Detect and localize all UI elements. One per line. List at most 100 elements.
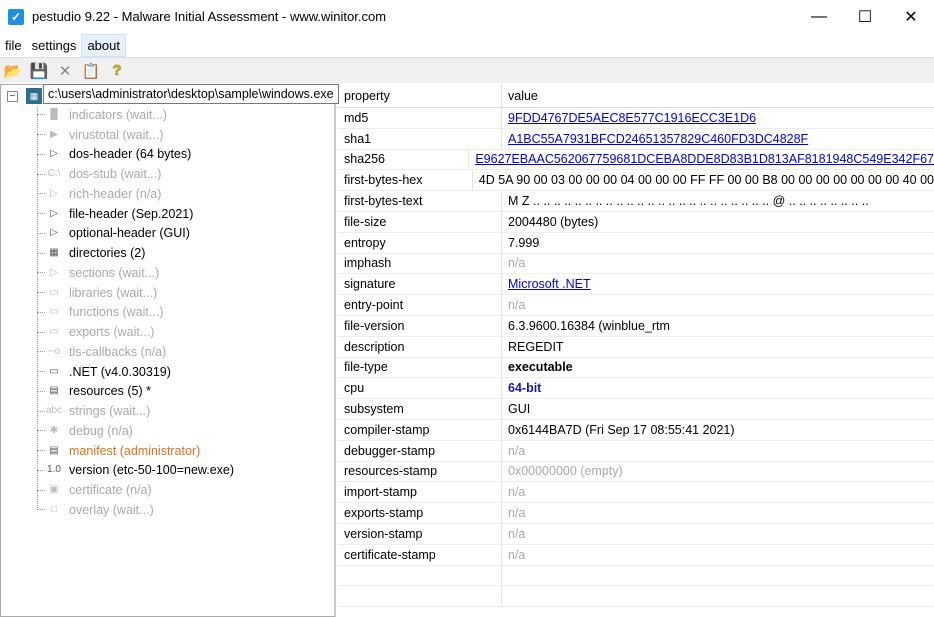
value-text[interactable]: 9FDD4767DE5AEC8E577C1916ECC3E1D6 xyxy=(508,111,756,125)
tree-item[interactable]: ▷ optional-header (GUI) xyxy=(37,224,234,244)
table-header: property value xyxy=(338,84,934,108)
close-button[interactable]: ✕ xyxy=(888,0,934,33)
tree-item[interactable]: ▷ dos-header (64 bytes) xyxy=(37,145,234,165)
tree-item[interactable]: abc strings (wait...) xyxy=(37,401,234,421)
value-cell[interactable]: E9627EBAAC562067759681DCEBA8DDE8D83B1D81… xyxy=(469,150,934,170)
menu-settings[interactable]: settings xyxy=(27,35,82,56)
tree-item[interactable]: □ overlay (wait...) xyxy=(37,500,234,520)
table-row[interactable]: signature Microsoft .NET xyxy=(338,274,934,296)
table-row[interactable]: first-bytes-text M Z .. .. .. .. .. .. ..… xyxy=(338,191,934,212)
tree-item-icon: C:\ xyxy=(47,168,61,180)
value-cell[interactable]: 9FDD4767DE5AEC8E577C1916ECC3E1D6 xyxy=(502,108,756,128)
tree-item-icon: ✱ xyxy=(49,424,59,436)
tree-item-icon: □ xyxy=(50,503,58,515)
tree-item-icon: ─o xyxy=(47,345,61,357)
table-row[interactable]: description REGEDIT xyxy=(338,336,934,358)
table-row[interactable]: version-stamp n/a xyxy=(338,523,934,545)
column-value[interactable]: value xyxy=(502,84,538,107)
table-row[interactable]: sha1 A1BC55A7931BFCD24651357829C460FD3DC4… xyxy=(338,128,934,150)
minimize-button[interactable]: — xyxy=(796,0,842,33)
tree-item-label: version (etc-50-100=new.exe) xyxy=(69,463,235,478)
value-cell: 64-bit xyxy=(502,378,541,398)
close-icon[interactable]: ✕ xyxy=(55,62,75,80)
tree-item[interactable]: ✱ debug (n/a) xyxy=(37,421,234,441)
tree-item-icon: ▭ xyxy=(49,286,59,298)
clipboard-icon[interactable]: 📋 xyxy=(81,62,101,80)
table-row[interactable]: debugger-stamp n/a xyxy=(338,440,934,462)
tree-item[interactable]: ▦ directories (2) xyxy=(37,243,234,263)
tree-item-label: tls-callbacks (n/a) xyxy=(69,344,167,359)
table-row[interactable]: certificate-stamp n/a xyxy=(338,544,934,566)
column-property[interactable]: property xyxy=(338,84,502,107)
property-cell: sha256 xyxy=(338,149,470,170)
value-cell: REGEDIT xyxy=(502,337,564,357)
tree-item[interactable]: ▣ certificate (n/a) xyxy=(37,480,234,500)
tree-item-icon: ▤ xyxy=(49,444,59,456)
value-text: 0x6144BA7D (Fri Sep 17 08:55:41 2021) xyxy=(508,422,735,437)
help-icon[interactable]: ? xyxy=(107,62,127,79)
table-row[interactable]: entry-point n/a xyxy=(338,295,934,316)
property-cell: sha1 xyxy=(338,128,502,149)
table-row[interactable]: entropy 7.999 xyxy=(338,232,934,254)
value-text: n/a xyxy=(508,547,526,562)
value-cell[interactable]: Microsoft .NET xyxy=(502,274,591,294)
property-cell: first-bytes-text xyxy=(338,191,502,211)
file-path-tooltip: c:\users\administrator\desktop\sample\wi… xyxy=(43,84,339,104)
tree-item[interactable]: ▐▌ indicators (wait...) xyxy=(37,105,234,125)
tree-item[interactable]: ▭ libraries (wait...) xyxy=(37,283,234,303)
tree-item[interactable]: ─o tls-callbacks (n/a) xyxy=(37,342,234,362)
tree-item[interactable]: ▭ functions (wait...) xyxy=(37,303,234,323)
tree-root[interactable]: − ▦ xyxy=(7,88,42,104)
table-row[interactable]: file-size 2004480 (bytes) xyxy=(338,211,934,233)
tree-item-label: dos-header (64 bytes) xyxy=(69,147,192,162)
table-row[interactable] xyxy=(338,565,934,587)
value-text: 0x00000000 (empty) xyxy=(508,464,623,479)
tree-item-label: resources (5) * xyxy=(69,384,151,399)
tree-item[interactable]: C:\ dos-stub (wait...) xyxy=(37,164,234,184)
tree-item-icon: ▷ xyxy=(50,187,58,199)
tree-item[interactable]: ▷ file-header (Sep.2021) xyxy=(37,204,234,224)
table-row[interactable]: sha256 E9627EBAAC562067759681DCEBA8DDE8D8… xyxy=(338,149,934,171)
tree-item[interactable]: ▤ resources (5) * xyxy=(37,382,234,402)
tree-item[interactable]: ▷ rich-header (n/a) xyxy=(37,184,234,204)
value-text[interactable]: A1BC55A7931BFCD24651357829C460FD3DC4828F xyxy=(508,132,808,146)
value-cell[interactable]: A1BC55A7931BFCD24651357829C460FD3DC4828F xyxy=(502,129,808,149)
menu-about[interactable]: about xyxy=(81,33,126,57)
tree-item-label: overlay (wait...) xyxy=(69,502,154,517)
maximize-button[interactable]: ☐ xyxy=(842,0,888,33)
open-icon[interactable]: 📂 xyxy=(3,62,23,80)
table-row[interactable]: exports-stamp n/a xyxy=(338,503,934,524)
table-row[interactable]: resources-stamp 0x00000000 (empty) xyxy=(338,461,934,483)
window-title: pestudio 9.22 - Malware Initial Assessme… xyxy=(32,9,387,24)
property-cell: file-type xyxy=(338,357,502,378)
tree-item[interactable]: ▤ manifest (administrator) xyxy=(37,441,234,461)
table-row[interactable]: md5 9FDD4767DE5AEC8E577C1916ECC3E1D6 xyxy=(338,108,934,129)
menu-file[interactable]: file xyxy=(0,35,27,56)
tree-item[interactable]: ▷ sections (wait...) xyxy=(37,263,234,283)
table-row[interactable]: imphash n/a xyxy=(338,253,934,275)
tree-item[interactable]: ▭ .NET (v4.0.30319) xyxy=(37,362,234,382)
tree-item-icon: ▦ xyxy=(49,247,59,259)
tree-item[interactable]: 1.0 version (etc-50-100=new.exe) xyxy=(37,461,234,481)
value-text: n/a xyxy=(508,443,526,458)
title-bar: ✓ pestudio 9.22 - Malware Initial Assess… xyxy=(0,0,934,33)
tree-items: ▐▌ indicators (wait...) ▶ virustotal (wait.… xyxy=(37,105,234,520)
table-row[interactable]: file-type executable xyxy=(338,357,934,379)
save-icon[interactable]: 💾 xyxy=(29,62,49,80)
table-row[interactable] xyxy=(338,586,934,608)
value-cell: n/a xyxy=(502,503,525,523)
collapse-icon[interactable]: − xyxy=(7,90,18,102)
table-row[interactable]: subsystem GUI xyxy=(338,399,934,420)
value-text: n/a xyxy=(508,298,526,313)
table-row[interactable]: cpu 64-bit xyxy=(338,378,934,400)
value-text: 64-bit xyxy=(508,381,542,396)
table-row[interactable]: import-stamp n/a xyxy=(338,482,934,504)
table-row[interactable]: compiler-stamp 0x6144BA7D (Fri Sep 17 08:… xyxy=(338,419,934,441)
tree-item[interactable]: ▭ exports (wait...) xyxy=(37,322,234,342)
tree-item[interactable]: ▶ virustotal (wait...) xyxy=(37,125,234,145)
tree-item-icon: ▷ xyxy=(50,207,58,219)
value-text[interactable]: E9627EBAAC562067759681DCEBA8DDE8D83B1D81… xyxy=(475,152,934,166)
value-text[interactable]: Microsoft .NET xyxy=(508,277,591,291)
table-row[interactable]: first-bytes-hex 4D 5A 90 00 03 00 00 00 0… xyxy=(338,170,934,192)
table-row[interactable]: file-version 6.3.9600.16384 (winblue_rtm xyxy=(338,315,934,337)
